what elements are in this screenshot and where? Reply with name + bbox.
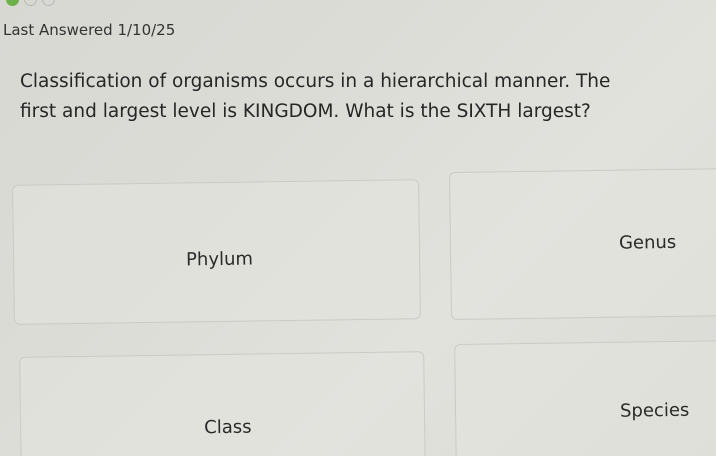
answer-option-label: Species [619, 399, 690, 422]
question-text: Classification of organisms occurs in a … [20, 71, 611, 122]
answer-option-label: Class [204, 416, 252, 439]
progress-dots [6, 0, 55, 6]
progress-dot [42, 0, 55, 6]
answer-option-label: Phylum [185, 248, 254, 271]
answer-option-label: Genus [618, 231, 677, 254]
answer-option-genus[interactable]: Genus [448, 167, 716, 321]
answer-option-species[interactable]: Species [454, 339, 716, 456]
answer-option-class[interactable]: Class [19, 351, 426, 456]
last-answered-label: Last Answered 1/10/25 [3, 21, 176, 39]
answer-option-phylum[interactable]: Phylum [12, 179, 421, 325]
progress-dot [24, 0, 37, 6]
progress-dot-answered [6, 0, 19, 6]
